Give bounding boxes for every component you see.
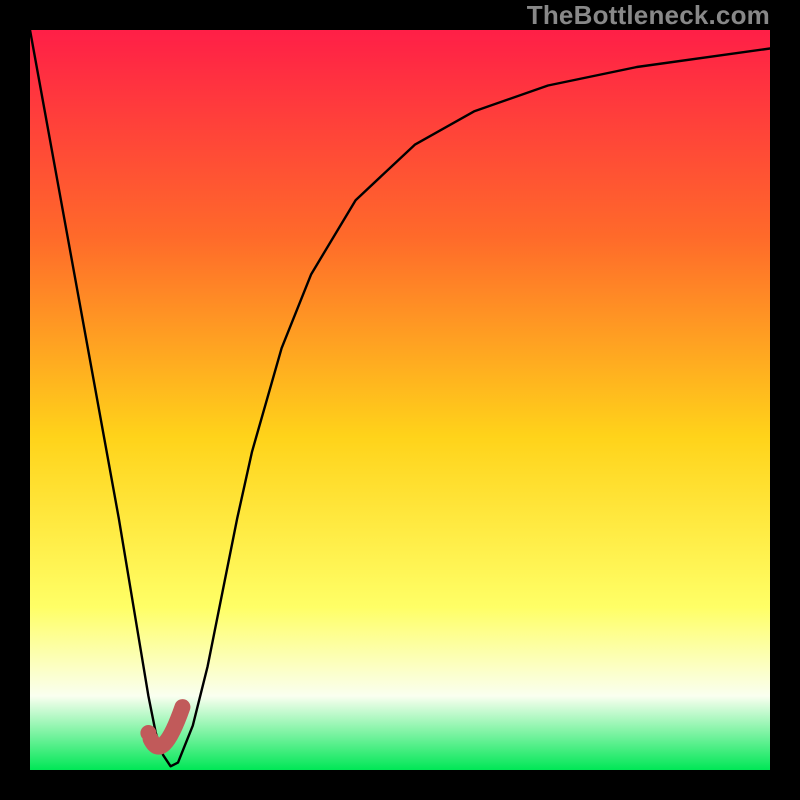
plot-area: [30, 30, 770, 770]
optimal-marker-dot: [140, 725, 156, 741]
gradient-background: [30, 30, 770, 770]
watermark-text: TheBottleneck.com: [527, 0, 770, 31]
chart-frame: TheBottleneck.com: [0, 0, 800, 800]
bottleneck-chart: [30, 30, 770, 770]
